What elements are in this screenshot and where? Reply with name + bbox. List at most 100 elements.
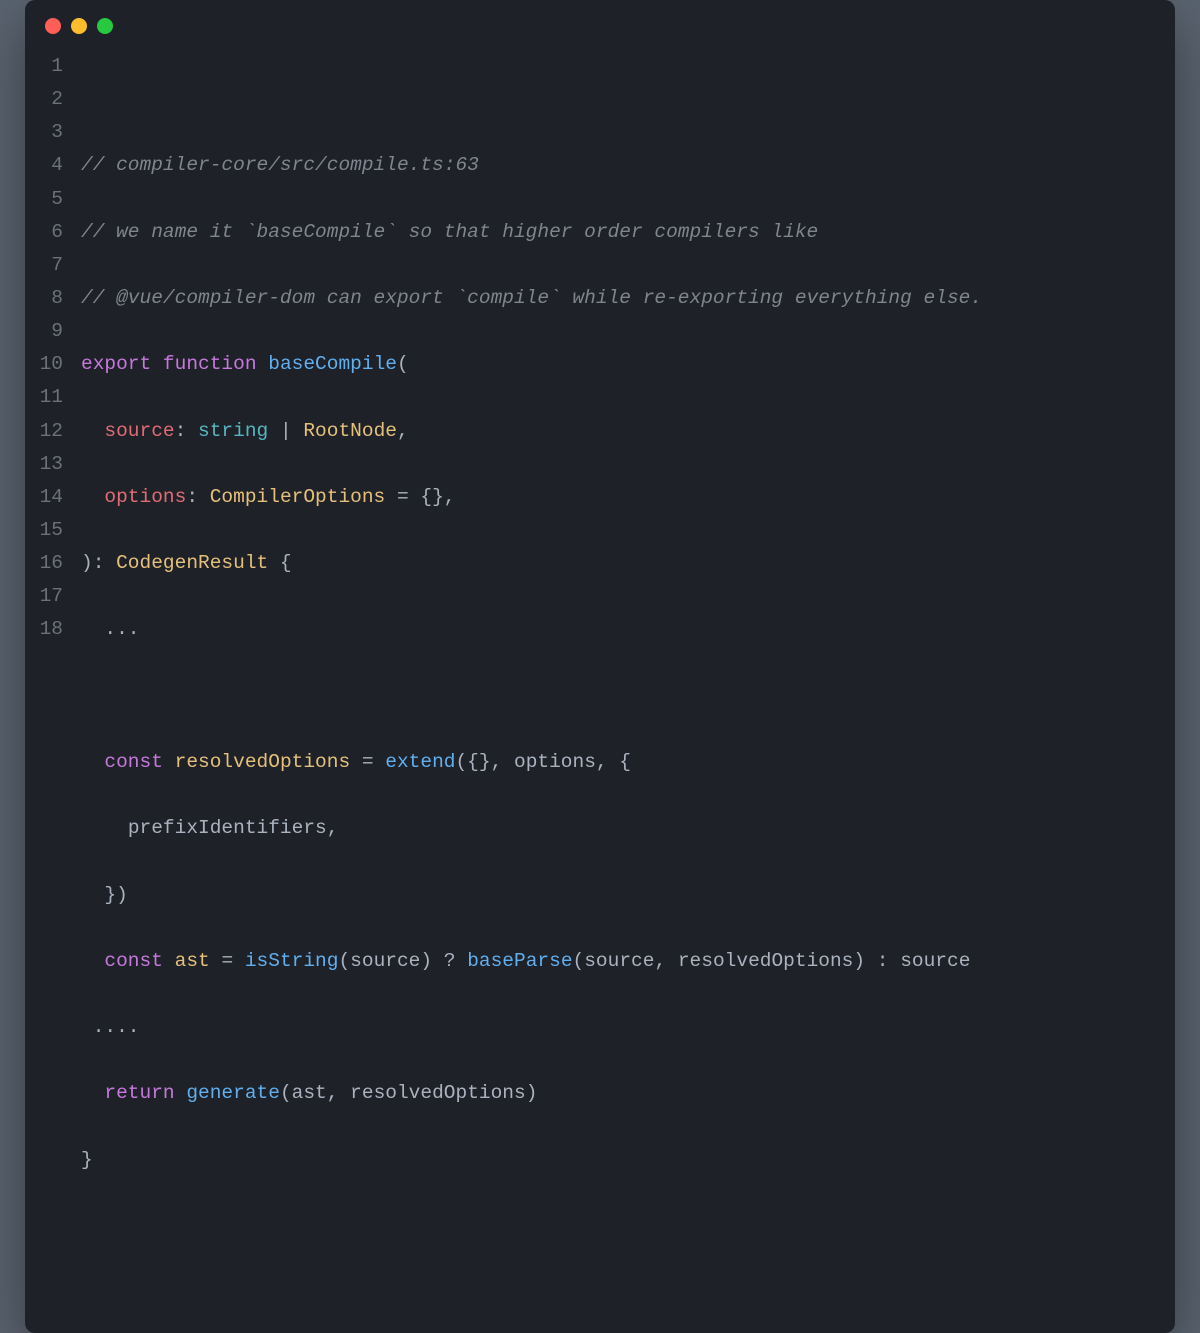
line-number: 13 <box>39 448 63 481</box>
keyword-export: export <box>81 353 151 375</box>
punct: : <box>175 420 198 442</box>
type: string <box>198 420 268 442</box>
line-number: 18 <box>39 613 63 646</box>
punct: ( <box>280 1082 292 1104</box>
indent <box>81 618 104 640</box>
code-content[interactable]: // compiler-core/src/compile.ts:63 // we… <box>81 50 982 1309</box>
punct: : <box>186 486 209 508</box>
code-line <box>81 83 982 116</box>
type: RootNode <box>303 420 397 442</box>
indent <box>81 420 104 442</box>
ellipsis: ... <box>104 618 139 640</box>
line-number-gutter: 1 2 3 4 5 6 7 8 9 10 11 12 13 14 15 16 1… <box>39 50 81 1309</box>
title-bar <box>25 0 1175 44</box>
code-line <box>81 1210 982 1243</box>
code-line: }) <box>81 879 982 912</box>
line-number: 7 <box>39 249 63 282</box>
indent <box>81 751 104 773</box>
comment: // compiler-core/src/compile.ts:63 <box>81 154 479 176</box>
editor-window: 1 2 3 4 5 6 7 8 9 10 11 12 13 14 15 16 1… <box>25 0 1175 1333</box>
punct: ) <box>526 1082 538 1104</box>
code-line: // we name it `baseCompile` so that high… <box>81 216 982 249</box>
line-number: 4 <box>39 149 63 182</box>
indent <box>81 817 128 839</box>
sp <box>175 1082 187 1104</box>
punct: : <box>877 950 900 972</box>
punct: = <box>362 751 385 773</box>
arg: source <box>584 950 654 972</box>
function-call: isString <box>245 950 339 972</box>
function-call: generate <box>186 1082 280 1104</box>
line-number: 10 <box>39 348 63 381</box>
punct: ( <box>397 353 409 375</box>
keyword-const: const <box>104 950 163 972</box>
indent <box>81 950 104 972</box>
code-line: .... <box>81 1011 982 1044</box>
code-line: const ast = isString(source) ? baseParse… <box>81 945 982 978</box>
line-number: 2 <box>39 83 63 116</box>
close-icon[interactable] <box>45 18 61 34</box>
arg: ast <box>292 1082 327 1104</box>
line-number: 3 <box>39 116 63 149</box>
code-line: // @vue/compiler-dom can export `compile… <box>81 282 982 315</box>
code-line: const resolvedOptions = extend({}, optio… <box>81 746 982 779</box>
code-line: prefixIdentifiers, <box>81 812 982 845</box>
arg: source <box>350 950 420 972</box>
punct: , <box>444 486 456 508</box>
function-call: baseParse <box>467 950 572 972</box>
punct: , <box>327 1082 350 1104</box>
comment: // @vue/compiler-dom can export `compile… <box>81 287 982 309</box>
indent <box>81 1082 104 1104</box>
punct: : <box>93 552 116 574</box>
param: options <box>104 486 186 508</box>
punct: ( <box>338 950 350 972</box>
punct: } <box>81 1149 93 1171</box>
line-number: 1 <box>39 50 63 83</box>
punct: {} <box>420 486 443 508</box>
maximize-icon[interactable] <box>97 18 113 34</box>
punct: | <box>268 420 303 442</box>
type: CodegenResult <box>116 552 268 574</box>
punct: = <box>221 950 244 972</box>
line-number: 17 <box>39 580 63 613</box>
line-number: 9 <box>39 315 63 348</box>
code-line: source: string | RootNode, <box>81 415 982 448</box>
code-line: export function baseCompile( <box>81 348 982 381</box>
code-line: } <box>81 1144 982 1177</box>
line-number: 14 <box>39 481 63 514</box>
line-number: 16 <box>39 547 63 580</box>
line-number: 6 <box>39 216 63 249</box>
ellipsis: .... <box>93 1016 140 1038</box>
arg: source <box>900 950 970 972</box>
code-line: return generate(ast, resolvedOptions) <box>81 1077 982 1110</box>
punct: ) <box>853 950 876 972</box>
line-number: 15 <box>39 514 63 547</box>
code-area: 1 2 3 4 5 6 7 8 9 10 11 12 13 14 15 16 1… <box>25 44 1175 1333</box>
punct: ) <box>81 552 93 574</box>
code-line: ... <box>81 613 982 646</box>
code-line: options: CompilerOptions = {}, <box>81 481 982 514</box>
code-line <box>81 680 982 713</box>
indent <box>81 486 104 508</box>
punct: ? <box>444 950 467 972</box>
indent <box>81 1016 93 1038</box>
line-number: 8 <box>39 282 63 315</box>
code-line: ): CodegenResult { <box>81 547 982 580</box>
line-number: 11 <box>39 381 63 414</box>
keyword-function: function <box>163 353 257 375</box>
arg: resolvedOptions <box>350 1082 526 1104</box>
punct: ({}, options, { <box>455 751 631 773</box>
param: source <box>104 420 174 442</box>
minimize-icon[interactable] <box>71 18 87 34</box>
code-line: // compiler-core/src/compile.ts:63 <box>81 149 982 182</box>
line-number: 12 <box>39 415 63 448</box>
keyword-const: const <box>104 751 163 773</box>
indent <box>81 884 104 906</box>
arg: resolvedOptions <box>678 950 854 972</box>
punct: = <box>385 486 420 508</box>
punct: , <box>654 950 677 972</box>
variable: ast <box>163 950 222 972</box>
punct: ) <box>420 950 443 972</box>
punct: , <box>327 817 339 839</box>
function-call: extend <box>385 751 455 773</box>
